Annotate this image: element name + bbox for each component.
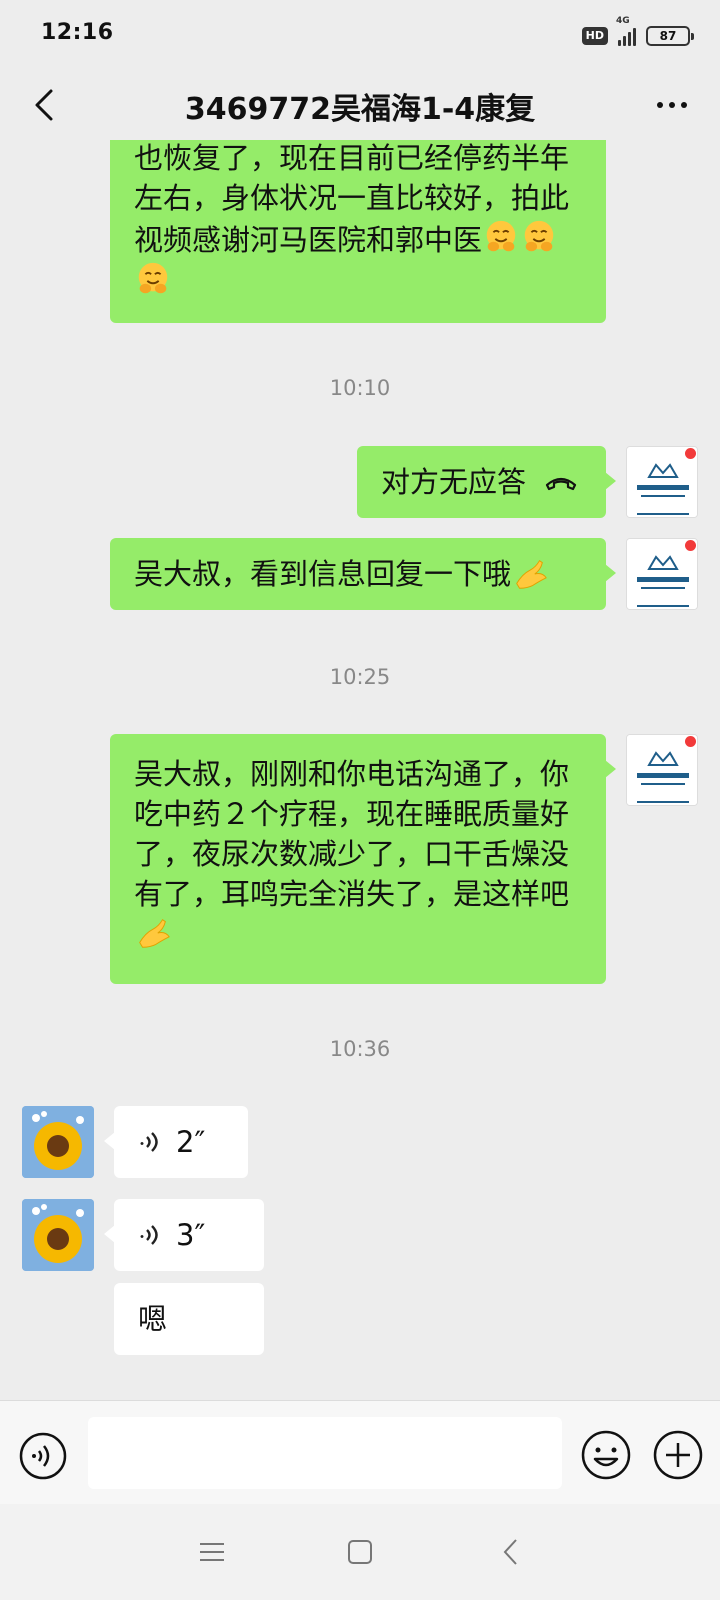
chat-title: 3469772吴福海1-4康复: [184, 92, 536, 127]
message-line: [134, 914, 582, 956]
timestamp: 10:36: [329, 1037, 391, 1061]
message-line: 了，夜尿次数减少了，口干舌燥没: [134, 837, 570, 871]
voice-duration: 2″: [176, 1125, 206, 1159]
my-avatar[interactable]: [626, 446, 698, 518]
chat-header: 3469772吴福海1-4康复: [0, 70, 720, 140]
message-input[interactable]: [88, 1417, 562, 1489]
timestamp: 10:25: [329, 665, 391, 689]
voice-message-bubble[interactable]: 3″: [104, 1199, 264, 1271]
plus-more-icon[interactable]: [652, 1429, 704, 1481]
ok-hand-emoji: [516, 560, 547, 589]
message-line: 吃中药２个疗程，现在睡眠质量好: [134, 797, 570, 831]
my-avatar[interactable]: [626, 734, 698, 806]
contact-avatar[interactable]: [22, 1106, 94, 1178]
voice-wave-icon: [140, 1225, 158, 1245]
message-line: [134, 260, 582, 302]
message-text: 吴大叔，看到信息回复一下哦: [134, 557, 512, 591]
phone-hangup-icon: [545, 477, 577, 491]
contact-avatar[interactable]: [22, 1199, 94, 1271]
hd-badge: HD: [581, 27, 608, 45]
message-bubble[interactable]: 吴大叔，看到信息回复一下哦: [110, 538, 616, 610]
hugging-face-emoji: [138, 262, 168, 294]
voice-duration: 3″: [176, 1218, 206, 1252]
voice-message-bubble[interactable]: 2″: [104, 1106, 248, 1178]
unread-dot: [685, 540, 696, 551]
message-line: 视频感谢河马医院和郭中医: [134, 218, 582, 260]
message-line: 有了，耳鸣完全消失了，是这样吧: [134, 877, 570, 911]
unread-dot: [685, 736, 696, 747]
message-bubble[interactable]: 嗯: [114, 1283, 264, 1355]
call-status-text: 对方无应答: [381, 465, 527, 499]
timestamp: 10:10: [329, 376, 391, 400]
emoji-picker-icon[interactable]: [580, 1429, 632, 1481]
battery-level: 87: [659, 29, 677, 43]
status-bar: 12:16 HD 4G 87: [0, 0, 720, 70]
menu-icon[interactable]: [194, 1534, 230, 1570]
status-time: 12:16: [41, 20, 114, 45]
message-line: 也恢复了，现在目前已经停药半年: [134, 141, 570, 175]
voice-input-toggle-icon[interactable]: [18, 1431, 68, 1481]
back-icon[interactable]: [22, 83, 66, 127]
home-icon[interactable]: [342, 1534, 378, 1570]
more-options-icon[interactable]: [644, 83, 700, 127]
voice-wave-icon: [140, 1132, 158, 1152]
battery-icon: 87: [646, 26, 694, 46]
signal-icon: 4G: [616, 16, 636, 46]
my-avatar[interactable]: [626, 538, 698, 610]
hugging-face-emoji: [486, 220, 516, 252]
input-bar: [0, 1400, 720, 1504]
call-record-bubble[interactable]: 对方无应答: [357, 446, 616, 518]
hugging-face-emoji: [524, 220, 554, 252]
message-bubble[interactable]: 也恢复了，现在目前已经停药半年 左右，身体状况一直比较好，拍此 视频感谢河马医院…: [110, 140, 606, 323]
status-indicators: HD 4G 87: [581, 16, 694, 50]
system-navigation-bar: [0, 1504, 720, 1600]
message-line: 左右，身体状况一直比较好，拍此: [134, 181, 570, 215]
message-text: 嗯: [138, 1302, 168, 1336]
message-line: 吴大叔，刚刚和你电话沟通了，你: [134, 757, 570, 791]
unread-dot: [685, 448, 696, 459]
system-back-icon[interactable]: [494, 1534, 530, 1570]
message-list[interactable]: 也恢复了，现在目前已经停药半年 左右，身体状况一直比较好，拍此 视频感谢河马医院…: [0, 140, 720, 1400]
ok-hand-emoji: [139, 919, 170, 948]
message-bubble[interactable]: 吴大叔，刚刚和你电话沟通了，你 吃中药２个疗程，现在睡眠质量好 了，夜尿次数减少…: [110, 734, 616, 984]
network-type: 4G: [616, 16, 630, 26]
